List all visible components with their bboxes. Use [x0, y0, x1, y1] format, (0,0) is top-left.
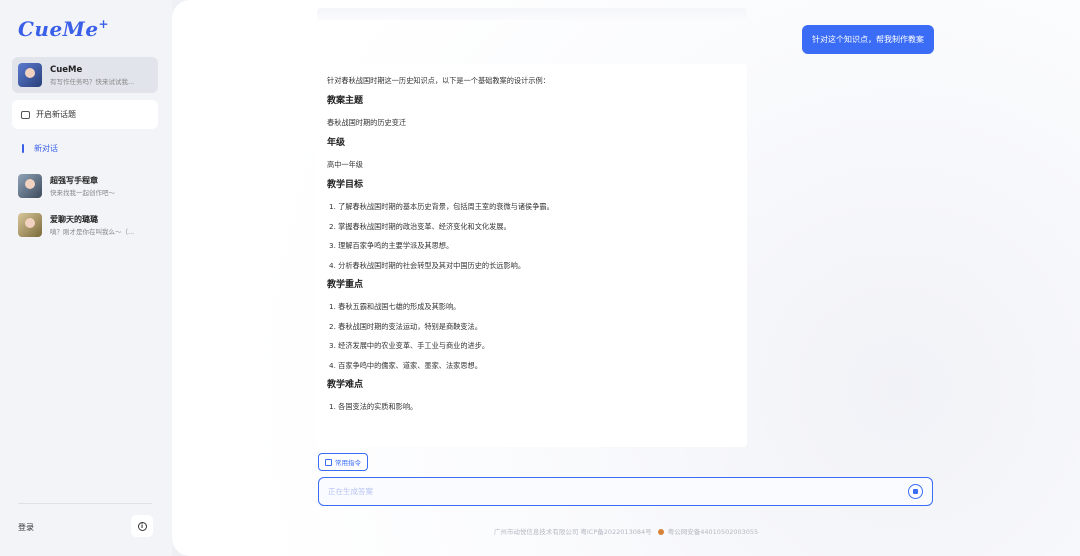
police-badge-icon [657, 528, 664, 535]
chat-bubble-icon [21, 110, 30, 119]
section-heading: 教学重点 [327, 280, 364, 290]
list-item: 1. 各国变法的实质和影响。 [329, 402, 418, 411]
agent-subtitle: 有写作任务吗？快来试试我... [50, 77, 135, 86]
section-text: 春秋战国时期的历史变迁 [327, 118, 407, 127]
agent-avatar [18, 63, 42, 87]
list-item: 2. 春秋战国时期的变法运动，特别是商鞅变法。 [329, 321, 482, 331]
common-commands-button[interactable]: 常用指令 [318, 453, 368, 471]
stop-icon [913, 489, 918, 494]
history-subtitle: 嗔？刚才是你在叫我么～（... [50, 228, 135, 236]
list-item: 4. 百家争鸣中的儒家、道家、墨家、法家思想。 [329, 360, 482, 370]
scroll-fade [317, 8, 747, 20]
list-item: 3. 理解百家争鸣的主要学派及其思想。 [329, 241, 454, 250]
new-topic-button[interactable]: 开启新话题 [12, 100, 158, 129]
user-message-text: 针对这个知识点，帮我制作教案 [812, 35, 924, 44]
info-button[interactable]: i [131, 515, 153, 537]
new-topic-label: 开启新话题 [36, 110, 76, 119]
section-heading: 年级 [327, 138, 346, 148]
history-name: 爱聊天的璐璐 [50, 215, 98, 224]
history-item-writer[interactable]: 超强写手程章 快来找我一起创作吧～ [18, 173, 158, 199]
list-item: 1. 春秋五霸和战国七雄的形成及其影响。 [329, 302, 461, 311]
list-item: 2. 掌握春秋战国时期的政治变革、经济变化和文化发展。 [329, 221, 511, 231]
list-item: 3. 经济发展中的农业变革、手工业与商业的进步。 [329, 341, 490, 350]
new-chat-label: 新对话 [34, 144, 58, 153]
active-indicator [22, 144, 24, 153]
assistant-answer: 针对春秋战国时期这一历史知识点，以下是一个基础教案的设计示例： 教案主题 春秋战… [317, 64, 747, 447]
list-item: 1. 了解春秋战国时期的基本历史背景，包括周王室的衰微与诸侯争霸。 [329, 202, 554, 211]
footer-police[interactable]: 粤公网安备44010502003055 [668, 528, 758, 536]
agent-name: CueMe [50, 64, 83, 75]
objectives-list: 1. 了解春秋战国时期的基本历史背景，包括周王室的衰微与诸侯争霸。 2. 掌握春… [327, 202, 737, 271]
list-item: 4. 分析春秋战国时期的社会转型及其对中国历史的长远影响。 [329, 260, 526, 270]
common-commands-label: 常用指令 [335, 459, 361, 467]
section-text: 高中一年级 [327, 160, 363, 169]
footer: 广州市动悦信息技术有限公司 粤ICP备2022013084号 粤公网安备4401… [172, 526, 1080, 536]
section-heading: 教案主题 [327, 96, 364, 106]
history-name: 超强写手程章 [50, 176, 98, 185]
chat-main: 针对这个知识点，帮我制作教案 针对春秋战国时期这一历史知识点，以下是一个基础教案… [172, 0, 1080, 556]
answer-intro: 针对春秋战国时期这一历史知识点，以下是一个基础教案的设计示例： [327, 76, 550, 85]
info-icon: i [137, 521, 147, 531]
user-message-bubble: 针对这个知识点，帮我制作教案 [802, 25, 934, 54]
section-heading: 教学难点 [327, 380, 364, 390]
current-agent-card[interactable]: CueMe 有写作任务吗？快来试试我... [12, 57, 158, 93]
key-points-list: 1. 春秋五霸和战国七雄的形成及其影响。 2. 春秋战国时期的变法运动，特别是商… [327, 302, 737, 371]
stop-generating-button[interactable] [908, 484, 923, 499]
sidebar-divider [18, 503, 152, 504]
section-heading: 教学目标 [327, 180, 364, 190]
command-icon [325, 458, 332, 466]
history-avatar [18, 174, 42, 198]
login-link[interactable]: 登录 [18, 522, 34, 533]
footer-company[interactable]: 广州市动悦信息技术有限公司 粤ICP备2022013084号 [494, 528, 652, 536]
chat-input-box[interactable] [318, 477, 933, 506]
history-subtitle: 快来找我一起创作吧～ [50, 189, 115, 197]
app-logo[interactable]: CueMe+ [18, 17, 109, 41]
difficulties-list: 1. 各国变法的实质和影响。 [327, 402, 737, 412]
sidebar-item-new-chat[interactable]: 新对话 [22, 143, 58, 154]
history-avatar [18, 213, 42, 237]
history-item-chatter[interactable]: 爱聊天的璐璐 嗔？刚才是你在叫我么～（... [18, 212, 158, 238]
chat-input[interactable] [328, 487, 888, 496]
sidebar: CueMe+ CueMe 有写作任务吗？快来试试我... 开启新话题 新对话 超… [0, 0, 172, 556]
